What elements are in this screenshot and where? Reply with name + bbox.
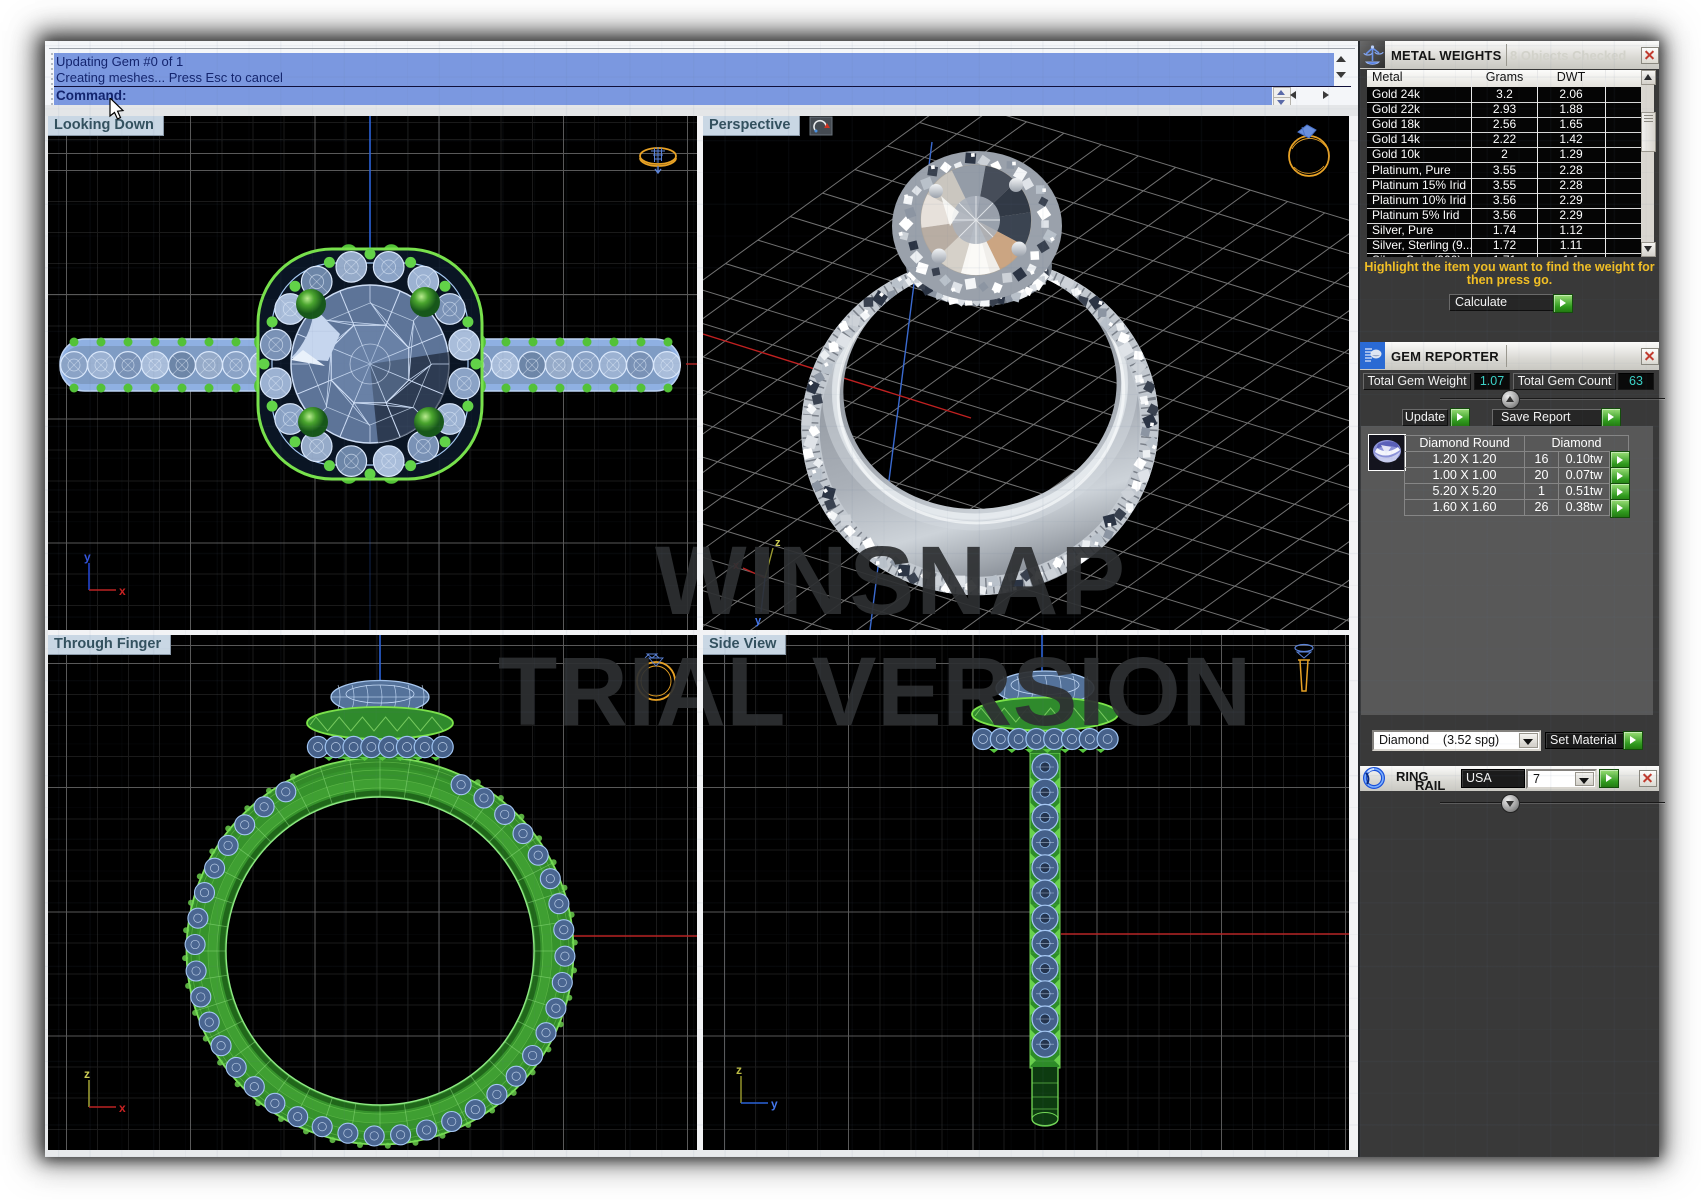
svg-text:x: x bbox=[119, 584, 126, 598]
svg-text:x: x bbox=[119, 1101, 126, 1115]
svg-text:z: z bbox=[84, 1067, 90, 1081]
svg-text:y: y bbox=[771, 1097, 778, 1111]
svg-text:z: z bbox=[736, 1063, 742, 1077]
svg-text:y: y bbox=[84, 550, 91, 564]
